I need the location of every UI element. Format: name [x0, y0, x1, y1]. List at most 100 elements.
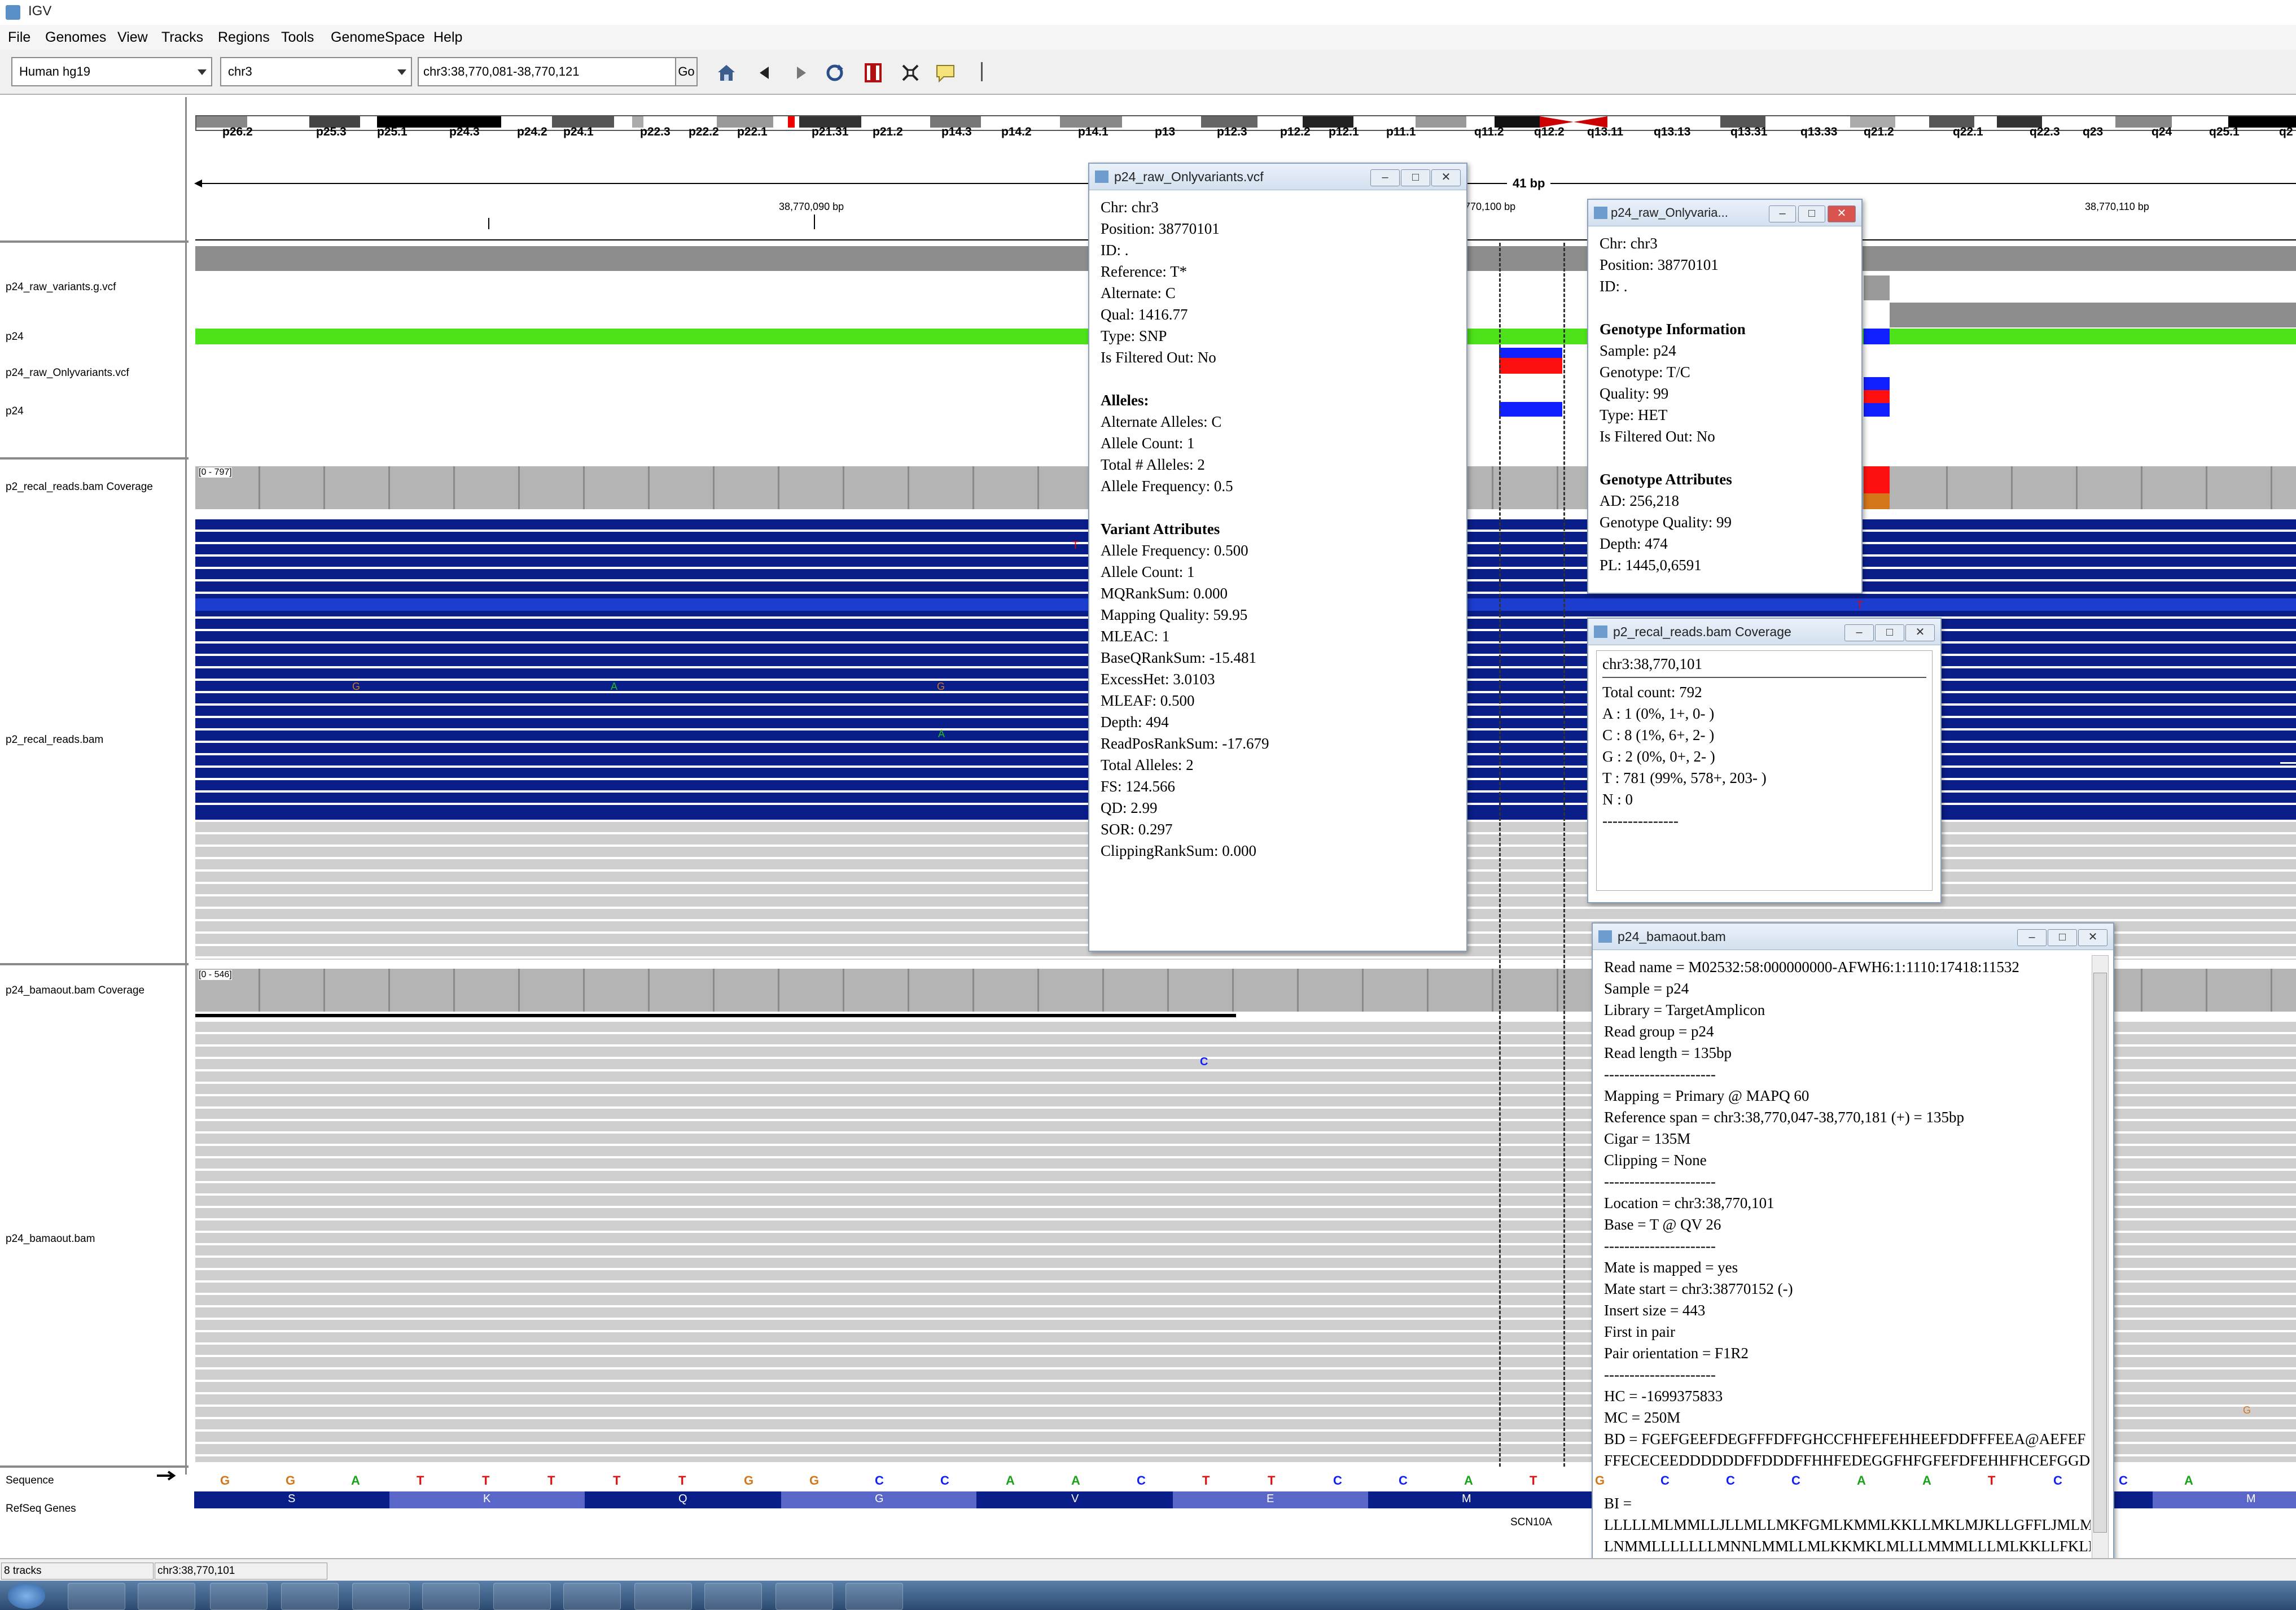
skype-icon[interactable]: [845, 1583, 903, 1610]
close-button[interactable]: ✕: [1905, 624, 1935, 641]
menu-tools[interactable]: Tools: [281, 29, 314, 46]
maximize-button[interactable]: □: [2048, 929, 2077, 946]
vertical-scrollbar[interactable]: [2092, 955, 2109, 1566]
variant-site-marker[interactable]: [1499, 348, 1562, 358]
java-icon: [1095, 170, 1108, 183]
track-name-recal-reads[interactable]: p2_recal_reads.bam: [6, 734, 103, 746]
r-icon[interactable]: [352, 1583, 410, 1610]
popup-info-icon[interactable]: [935, 62, 956, 84]
popup-genotype-info[interactable]: p24_raw_Onlyvaria... – □ ✕ Chr: chr3 Posi…: [1587, 199, 1863, 594]
popup-line: Mapping = Primary @ MAPQ 60: [1604, 1087, 1809, 1104]
coverage-stats: Total count: 792 A : 1 (0%, 1+, 0- ) C : 8…: [1602, 681, 1926, 832]
menu-view[interactable]: View: [117, 29, 148, 46]
ie-icon[interactable]: [68, 1583, 125, 1610]
popup-line: ----------------------: [1604, 1066, 1716, 1083]
resize-icon[interactable]: [900, 62, 921, 84]
maximize-button[interactable]: □: [1798, 205, 1825, 222]
variant-site-marker[interactable]: [1499, 358, 1562, 374]
locus-input[interactable]: chr3:38,770,081-38,770,121: [418, 57, 677, 86]
coverage-range-label: [0 - 797]: [199, 467, 232, 478]
menu-bar: File Genomes View Tracks Regions Tools G…: [0, 25, 2296, 50]
popup-titlebar[interactable]: p24_bamaout.bam – □ ✕: [1593, 924, 2113, 950]
strand-arrow-icon[interactable]: [157, 1470, 177, 1481]
genotype-het-marker[interactable]: [1499, 402, 1562, 417]
genome-select[interactable]: Human hg19: [11, 57, 212, 86]
mismatch-base: G: [2243, 1405, 2251, 1416]
popup-read-info[interactable]: p24_bamaout.bam – □ ✕ Read name = M02532…: [1592, 922, 2114, 1600]
track-name-recal-coverage[interactable]: p2_recal_reads.bam Coverage: [6, 481, 153, 493]
excel-icon[interactable]: [422, 1583, 480, 1610]
terminal-icon[interactable]: [704, 1583, 762, 1610]
maximize-button[interactable]: □: [1401, 169, 1430, 186]
variant-gvcf-block[interactable]: [1890, 303, 2296, 327]
minimize-button[interactable]: –: [2017, 929, 2047, 946]
scrollbar-thumb[interactable]: [2093, 973, 2107, 1533]
track-name-raw-variants[interactable]: p24_raw_variants.g.vcf: [6, 281, 116, 294]
sequence-base: A: [1922, 1473, 1931, 1488]
menu-tracks[interactable]: Tracks: [161, 29, 203, 46]
explorer-icon[interactable]: [138, 1583, 195, 1610]
calculator-icon[interactable]: [775, 1583, 833, 1610]
band-label: p25.3: [316, 125, 347, 138]
center-line: [1563, 243, 1565, 1467]
go-button[interactable]: Go: [675, 57, 698, 86]
coverage-mismatch-bar[interactable]: [1864, 493, 1890, 509]
track-name-onlyvariants[interactable]: p24_raw_Onlyvariants.vcf: [6, 367, 129, 379]
popup-line: Is Filtered Out: No: [1600, 428, 1715, 445]
sequence-base: T: [482, 1473, 490, 1488]
band-label: p14.2: [1001, 125, 1032, 138]
variant-gvcf-block[interactable]: [1864, 275, 1890, 300]
roi-icon[interactable]: [862, 62, 884, 84]
popup-spacer: [1101, 368, 1458, 390]
track-name-p24-a[interactable]: p24: [6, 331, 24, 343]
track-name-sequence[interactable]: Sequence: [6, 1475, 54, 1487]
sequence-base: A: [1006, 1473, 1015, 1488]
popup-titlebar[interactable]: p24_raw_Onlyvaria... – □ ✕: [1588, 200, 1861, 226]
menu-regions[interactable]: Regions: [218, 29, 270, 46]
minimize-button[interactable]: –: [1370, 169, 1400, 186]
close-button[interactable]: ✕: [1828, 205, 1856, 222]
popup-titlebar[interactable]: p24_raw_Onlyvariants.vcf – □ ✕: [1089, 164, 1466, 190]
genotype-het-marker[interactable]: [1864, 329, 1890, 344]
home-icon[interactable]: [716, 62, 737, 84]
maximize-button[interactable]: □: [1875, 624, 1904, 641]
refresh-icon[interactable]: [824, 62, 845, 84]
band-label: q25.1: [2209, 125, 2240, 138]
powerpoint-icon[interactable]: [493, 1583, 551, 1610]
word-icon[interactable]: [563, 1583, 621, 1610]
popup-variant-info[interactable]: p24_raw_Onlyvariants.vcf – □ ✕ Chr: chr3…: [1088, 163, 1467, 952]
popup-coverage-info[interactable]: p2_recal_reads.bam Coverage – □ ✕ chr3:3…: [1587, 618, 1942, 903]
chrome-icon[interactable]: [281, 1583, 339, 1610]
genotype-het-marker[interactable]: [1864, 403, 1890, 417]
track-name-p24-b[interactable]: p24: [6, 405, 24, 418]
popup-titlebar[interactable]: p2_recal_reads.bam Coverage – □ ✕: [1588, 619, 1940, 645]
media-player-icon[interactable]: [210, 1583, 268, 1610]
popup-line: QD: 2.99: [1101, 799, 1158, 816]
start-button-icon[interactable]: [8, 1583, 45, 1609]
popup-line: Total count: 792: [1602, 684, 1702, 701]
minimize-button[interactable]: –: [1844, 624, 1874, 641]
status-locus: chr3:38,770,101: [155, 1563, 327, 1580]
band-label: q22.1: [1953, 125, 1983, 138]
popup-line: ReadPosRankSum: -17.679: [1101, 735, 1269, 752]
menu-help[interactable]: Help: [433, 29, 462, 46]
mismatch-base: G: [937, 681, 945, 692]
close-button[interactable]: ✕: [2078, 929, 2107, 946]
genotype-het-marker[interactable]: [1864, 377, 1890, 403]
track-name-bamaout[interactable]: p24_bamaout.bam: [6, 1233, 95, 1245]
menu-genomes[interactable]: Genomes: [45, 29, 106, 46]
track-name-bamaout-coverage[interactable]: p24_bamaout.bam Coverage: [6, 985, 144, 997]
forward-icon[interactable]: [790, 62, 812, 84]
menu-file[interactable]: File: [8, 29, 30, 46]
coverage-mismatch-bar[interactable]: [1864, 466, 1890, 493]
minimize-button[interactable]: –: [1769, 205, 1796, 222]
close-button[interactable]: ✕: [1431, 169, 1461, 186]
menu-genomespace[interactable]: GenomeSpace: [331, 29, 425, 46]
back-icon[interactable]: [754, 62, 775, 84]
track-name-refseq[interactable]: RefSeq Genes: [6, 1503, 76, 1515]
chromosome-select[interactable]: chr3: [220, 57, 412, 86]
band-label: p14.3: [941, 125, 972, 138]
notepad-icon[interactable]: [634, 1583, 692, 1610]
toolbar-separator: [981, 62, 983, 81]
coverage-locus-header: chr3:38,770,101: [1602, 653, 1926, 678]
